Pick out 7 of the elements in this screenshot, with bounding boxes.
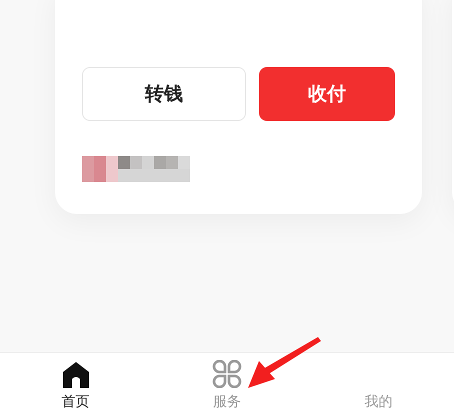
- tab[interactable]: 我的: [302, 353, 454, 416]
- tab[interactable]: 首页: [0, 353, 152, 416]
- grid-icon: [212, 360, 242, 388]
- home-icon: [62, 361, 90, 388]
- receive-button[interactable]: 收付: [259, 67, 395, 121]
- transfer-button[interactable]: 转钱: [82, 67, 246, 121]
- tab[interactable]: 服务: [151, 353, 303, 416]
